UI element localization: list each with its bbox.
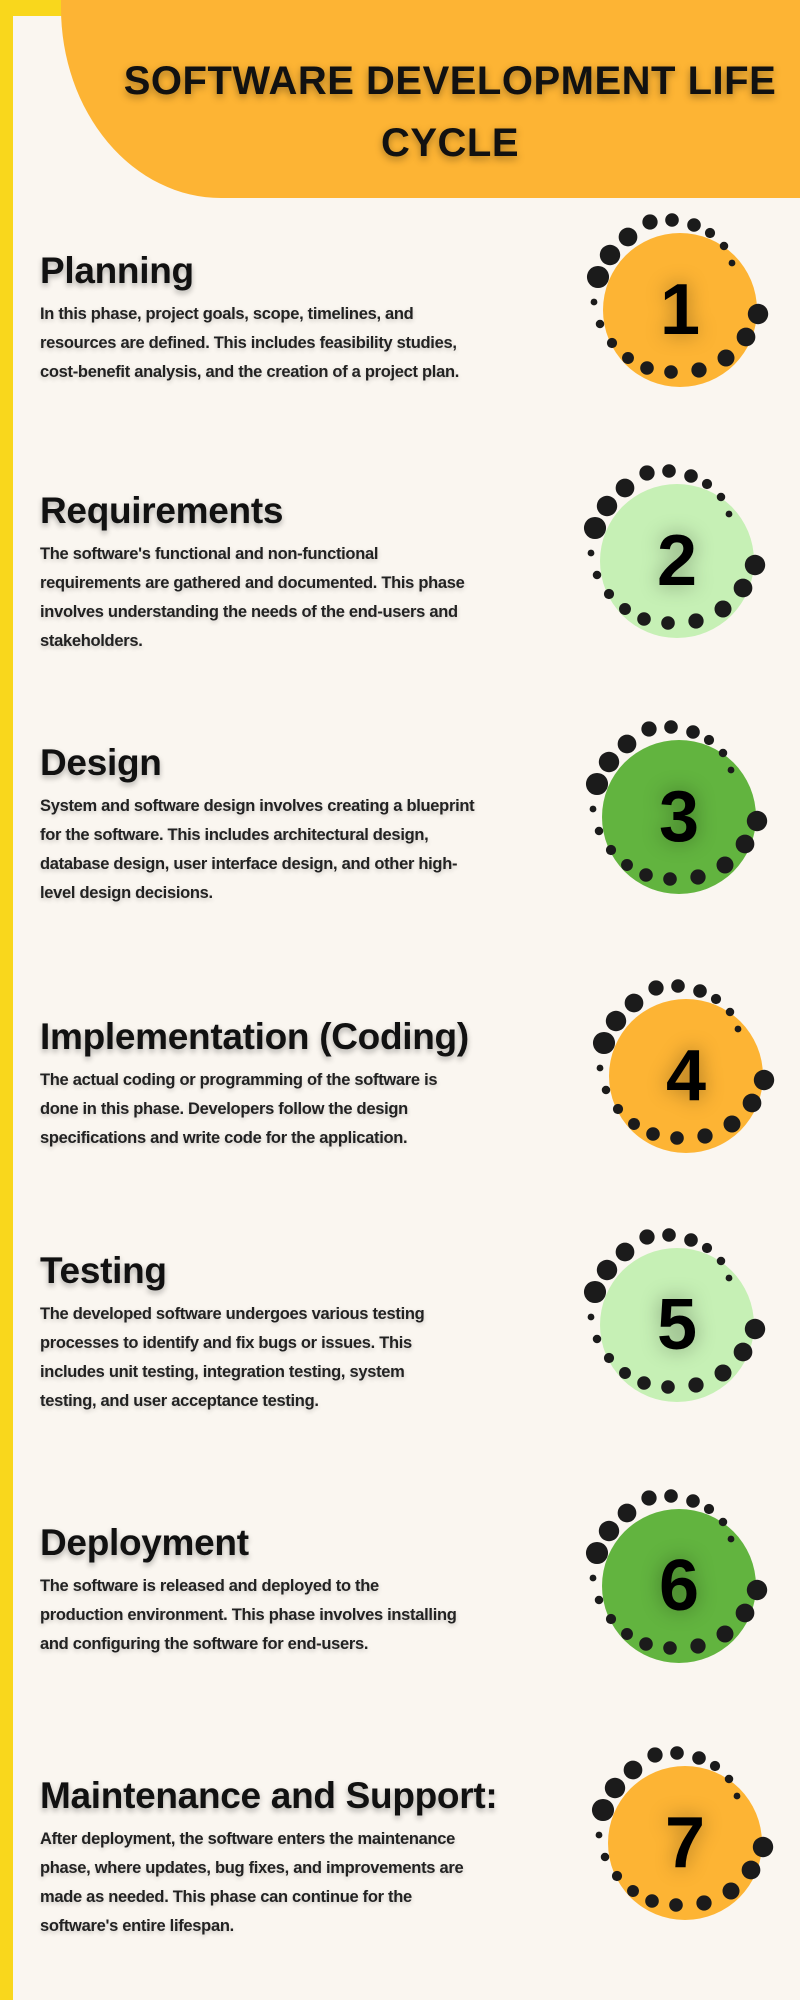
phase-number: 4 [665, 1036, 707, 1116]
phase-title: Requirements [40, 490, 284, 531]
description-line: System and software design involves crea… [40, 797, 475, 815]
phase-number: 3 [658, 777, 700, 857]
phase-number: 5 [656, 1285, 698, 1365]
phase-title: Maintenance and Support: [40, 1775, 498, 1816]
description-line: level design decisions. [40, 884, 213, 902]
phase-description: The developed software undergoes various… [40, 1300, 425, 1416]
description-line: software's entire lifespan. [40, 1917, 234, 1935]
phase-number: 7 [664, 1803, 706, 1883]
description-line: and configuring the software for end-use… [40, 1635, 369, 1653]
description-line: cost-benefit analysis, and the creation … [40, 363, 460, 381]
description-line: database design, user interface design, … [40, 855, 458, 873]
description-line: phase, where updates, bug fixes, and imp… [40, 1859, 464, 1877]
description-line: The developed software undergoes various… [40, 1305, 425, 1323]
phase-number-badge: 3 [569, 707, 789, 927]
phase-number: 1 [659, 270, 701, 350]
phase-description: In this phase, project goals, scope, tim… [40, 300, 459, 387]
phase-description: The actual coding or programming of the … [40, 1066, 438, 1153]
description-line: testing, and user acceptance testing. [40, 1392, 319, 1410]
description-line: resources are defined. This includes fea… [40, 334, 457, 352]
description-line: specifications and write code for the ap… [40, 1129, 408, 1147]
phase-title: Deployment [40, 1522, 249, 1563]
description-line: requirements are gathered and documented… [40, 574, 465, 592]
phase-number-badge: 1 [570, 200, 790, 420]
phase-number: 6 [658, 1546, 700, 1626]
description-line: for the software. This includes architec… [40, 826, 429, 844]
page-title: SOFTWARE DEVELOPMENT LIFE CYCLE [123, 59, 777, 165]
phase-title: Testing [40, 1250, 167, 1291]
description-line: stakeholders. [40, 632, 143, 650]
description-line: The actual coding or programming of the … [40, 1071, 438, 1089]
description-line: After deployment, the software enters th… [40, 1830, 456, 1848]
phase-description: The software is released and deployed to… [40, 1572, 457, 1659]
phase-title: Design [40, 742, 162, 783]
description-line: The software's functional and non-functi… [40, 545, 379, 563]
description-line: made as needed. This phase can continue … [40, 1888, 412, 1906]
description-line: In this phase, project goals, scope, tim… [40, 305, 414, 323]
phase-description: The software's functional and non-functi… [40, 540, 465, 656]
phase-number-badge: 2 [567, 451, 787, 671]
phase-number-badge: 5 [567, 1215, 787, 1435]
description-line: The software is released and deployed to… [40, 1577, 379, 1595]
phase-description: After deployment, the software enters th… [40, 1825, 464, 1941]
phase-description: System and software design involves crea… [40, 792, 475, 908]
phase-number-badge: 4 [576, 966, 796, 1186]
phase-title: Implementation (Coding) [40, 1016, 469, 1057]
description-line: includes unit testing, integration testi… [40, 1363, 405, 1381]
description-line: production environment. This phase invol… [40, 1606, 457, 1624]
description-line: processes to identify and fix bugs or is… [40, 1334, 412, 1352]
phase-number-badge: 6 [569, 1476, 789, 1696]
description-line: involves understanding the needs of the … [40, 603, 458, 621]
phase-title: Planning [40, 250, 194, 291]
description-line: done in this phase. Developers follow th… [40, 1100, 408, 1118]
phase-number: 2 [656, 521, 698, 601]
phase-number-badge: 7 [575, 1733, 795, 1953]
